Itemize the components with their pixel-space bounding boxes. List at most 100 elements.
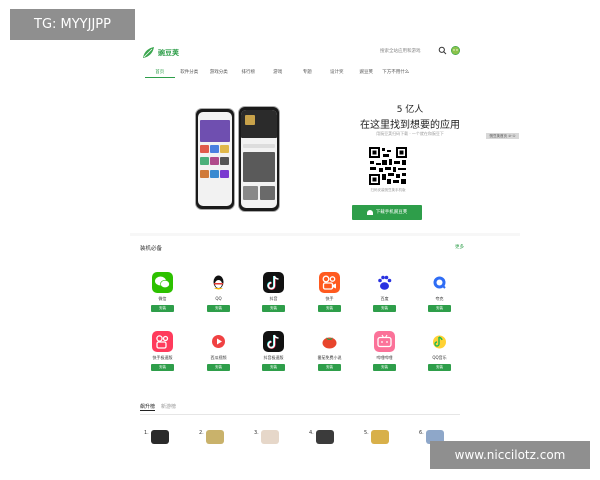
more-link[interactable]: 更多: [455, 244, 464, 250]
install-button[interactable]: 安装: [373, 305, 396, 312]
app-card-bilibili[interactable]: 哔哩哔哩 安装: [362, 331, 412, 386]
bilibili-icon: [374, 331, 395, 352]
site-header: 豌豆荚 搜索全站应用和游戏 首页 软件分类 游戏分类 排行榜 游戏 专题 设计奖…: [130, 40, 520, 78]
app-name: 西瓜视频: [210, 355, 227, 360]
rank-item[interactable]: 5.: [364, 430, 389, 444]
rank-number: 4.: [309, 430, 314, 436]
leaf-logo-icon: [143, 47, 154, 58]
app-name: 哔哩哔哩: [376, 355, 393, 360]
install-button[interactable]: 安装: [428, 305, 451, 312]
logo-text: 豌豆荚: [158, 48, 179, 57]
install-button[interactable]: 安装: [318, 305, 341, 312]
app-card-quark[interactable]: 夸克 安装: [417, 272, 467, 327]
app-name: QQ音乐: [432, 355, 447, 360]
telegram-watermark: TG: MYYJJPP: [10, 9, 135, 40]
rank-number: 3.: [254, 430, 259, 436]
app-thumbnail: [150, 430, 169, 444]
search-icon[interactable]: [438, 46, 447, 55]
app-thumbnail: [260, 430, 279, 444]
section-title: 装机必备: [140, 246, 163, 252]
kuaishou-lite-icon: [152, 331, 173, 352]
app-card-baidu[interactable]: 百度 安装: [362, 272, 412, 327]
douyin-note-icon: [263, 272, 284, 293]
app-thumbnail: [315, 430, 334, 444]
rank-item[interactable]: 2.: [199, 430, 224, 444]
nav-item-games-category[interactable]: 游戏分类: [204, 68, 234, 78]
nav-item-design-award[interactable]: 设计奖: [322, 68, 352, 78]
hero-subtitle: 用豌豆荚扫码下载 · 一个就在和豌豆下: [376, 131, 444, 136]
app-thumbnail: [205, 430, 224, 444]
nav-item-games[interactable]: 游戏: [263, 68, 293, 78]
nav-item-home[interactable]: 首页: [145, 68, 175, 78]
app-card-xigua[interactable]: 西瓜视频 安装: [196, 331, 246, 386]
hero-banner: 5 亿人 在这里找到想要的应用 用豌豆荚扫码下载 · 一个就在和豌豆下 扫码安装…: [130, 78, 520, 233]
app-card-wechat[interactable]: 微信 安装: [140, 272, 190, 327]
install-button[interactable]: 安装: [151, 305, 174, 312]
tab-rising[interactable]: 飙升榜: [140, 403, 156, 411]
rank-number: 6.: [419, 430, 424, 436]
side-tag: 豌豆荚首页 ②·①: [486, 133, 519, 139]
nav-item-more[interactable]: 下方不用什么: [381, 68, 411, 78]
ranking-tabs: 飙升榜 新游榜: [140, 403, 176, 411]
nav-item-software[interactable]: 软件分类: [175, 68, 205, 78]
install-button[interactable]: 安装: [207, 364, 230, 371]
app-name: 抖音: [269, 296, 278, 301]
app-name: 夸克: [435, 296, 444, 301]
app-name: 微信: [158, 296, 167, 301]
baidu-paw-icon: [374, 272, 395, 293]
hero-title: 在这里找到想要的应用: [360, 120, 460, 131]
nav-item-topics[interactable]: 专题: [293, 68, 323, 78]
search-input[interactable]: 搜索全站应用和游戏: [380, 48, 421, 54]
app-name: 快手: [325, 296, 334, 301]
app-card-douyin-lite[interactable]: 抖音极速版 安装: [251, 331, 301, 386]
app-card-douyin[interactable]: 抖音 安装: [251, 272, 301, 327]
app-card-kuaishou-lite[interactable]: 快手极速版 安装: [140, 331, 190, 386]
hero-user-count: 5 亿人: [396, 105, 424, 115]
tab-new-games[interactable]: 新游榜: [161, 403, 176, 411]
divider: [140, 414, 460, 415]
app-thumbnail: [370, 430, 389, 444]
app-card-kuaishou[interactable]: 快手 安装: [307, 272, 357, 327]
app-store-page: 豌豆荚 搜索全站应用和游戏 首页 软件分类 游戏分类 排行榜 游戏 专题 设计奖…: [130, 40, 520, 480]
main-nav: 首页 软件分类 游戏分类 排行榜 游戏 专题 设计奖 豌豆荚 下方不用什么: [145, 68, 411, 78]
app-card-qq[interactable]: QQ 安装: [196, 272, 246, 327]
kuaishou-camera-icon: [319, 272, 340, 293]
install-button[interactable]: 安装: [428, 364, 451, 371]
install-button[interactable]: 安装: [262, 364, 285, 371]
rank-item[interactable]: 4.: [309, 430, 334, 444]
xigua-play-icon: [208, 331, 229, 352]
qq-penguin-icon: [208, 272, 229, 293]
download-app-button[interactable]: 下载手机豌豆荚: [352, 205, 422, 220]
install-button[interactable]: 安装: [151, 364, 174, 371]
app-card-tomato-novel[interactable]: 番茄免费小说 安装: [307, 331, 357, 386]
app-name: 百度: [380, 296, 389, 301]
install-button[interactable]: 安装: [318, 364, 341, 371]
rank-item[interactable]: 3.: [254, 430, 279, 444]
user-avatar-icon[interactable]: [451, 46, 460, 55]
android-icon: [366, 210, 373, 215]
quark-icon: [429, 272, 450, 293]
rank-number: 5.: [364, 430, 369, 436]
qr-code-icon: [368, 146, 408, 186]
app-name: 番茄免费小说: [317, 355, 342, 360]
tomato-icon: [319, 331, 340, 352]
qr-caption: 扫码安装豌豆荚手机版: [370, 188, 406, 192]
phone-mockup-right: [238, 106, 280, 212]
logo[interactable]: 豌豆荚: [142, 46, 179, 59]
install-button[interactable]: 安装: [262, 305, 285, 312]
rank-number: 1.: [144, 430, 149, 436]
download-button-label: 下载手机豌豆荚: [375, 210, 408, 215]
app-name: QQ: [215, 296, 222, 301]
nav-item-ranking[interactable]: 排行榜: [234, 68, 264, 78]
app-name: 快手极速版: [152, 355, 173, 360]
rank-item[interactable]: 1.: [144, 430, 169, 444]
install-button[interactable]: 安装: [207, 305, 230, 312]
app-card-qq-music[interactable]: QQ音乐 安装: [417, 331, 467, 386]
phone-mockup-left: [195, 108, 235, 210]
douyin-lite-icon: [263, 331, 284, 352]
wechat-icon: [152, 272, 173, 293]
rank-number: 2.: [199, 430, 204, 436]
install-button[interactable]: 安装: [373, 364, 396, 371]
app-name: 抖音极速版: [263, 355, 284, 360]
nav-item-wandoujia[interactable]: 豌豆荚: [352, 68, 382, 78]
